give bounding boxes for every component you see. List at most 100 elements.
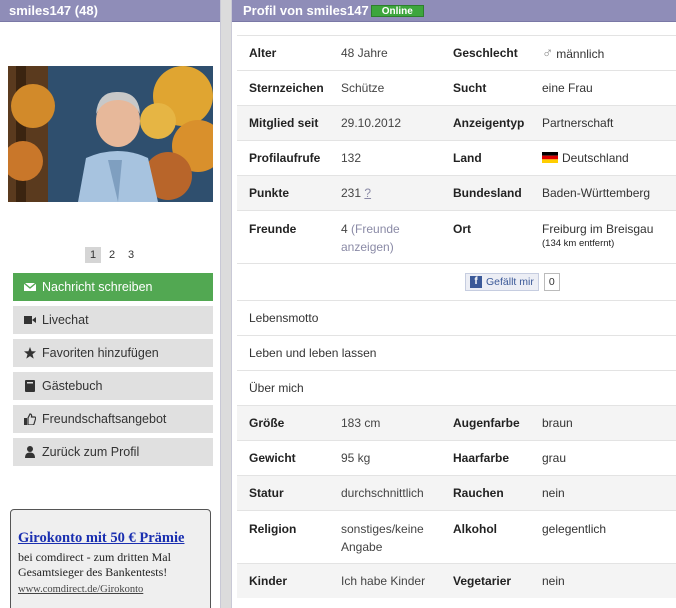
label-member-since: Mitglied seit [249,116,319,130]
label-country: Land [453,151,482,165]
label-height: Größe [249,416,285,430]
sidebar-header: smiles147 (48) [0,0,220,22]
star-icon [24,347,36,359]
label-build: Statur [249,486,284,500]
online-status-badge: Online [370,4,424,17]
detail-row-height: Größe 183 cm Augenfarbe braun [237,405,676,440]
facebook-icon: f [470,276,482,288]
points-help-link[interactable]: ? [364,186,371,200]
photo-pager: 1 2 3 [85,247,139,263]
friendship-request-label: Freundschaftsangebot [42,412,167,426]
livechat-button[interactable]: Livechat [13,306,213,334]
value-profile-views: 132 [341,151,362,165]
value-state: Baden-Württemberg [542,186,651,200]
value-age: 48 Jahre [341,46,388,60]
value-children: Ich habe Kinder [341,574,426,588]
video-camera-icon [24,314,36,326]
value-smoking: nein [542,486,565,500]
label-alcohol: Alkohol [453,522,497,536]
male-symbol-icon: ♂ [542,44,554,62]
detail-row-religion: Religion sonstiges/keine Angabe Alkohol … [237,510,676,563]
label-seeking: Sucht [453,81,487,95]
value-member-since: 29.10.2012 [341,116,402,130]
motto-heading: Lebensmotto [249,311,319,325]
value-country: Deutschland [562,151,629,165]
send-message-button[interactable]: Nachricht schreiben [13,273,213,301]
value-gender: männlich [556,46,605,61]
facebook-like-row: f Gefällt mir 0 [237,263,676,300]
label-zodiac: Sternzeichen [249,81,324,95]
profile-title: Profil von smiles147 [243,2,369,18]
envelope-icon [24,281,36,293]
value-alcohol: gelegentlich [542,522,607,536]
send-message-label: Nachricht schreiben [42,280,153,294]
value-friends: 4 [341,222,348,236]
label-age: Alter [249,46,277,60]
about-me-heading: Über mich [249,381,304,395]
value-vegetarian: nein [542,574,565,588]
value-hair-color: grau [542,451,567,465]
value-city: Freiburg im Breisgau [542,222,654,236]
label-children: Kinder [249,574,288,588]
profile-photo-image [8,66,213,202]
profile-row-friends: Freunde 4 (Freunde anzeigen) Ort Freibur… [237,210,676,263]
guestbook-button[interactable]: Gästebuch [13,372,213,400]
friendship-request-button[interactable]: Freundschaftsangebot [13,405,213,433]
livechat-label: Livechat [42,313,89,327]
facebook-like-count: 0 [543,273,560,291]
user-icon [24,446,36,458]
motto-row: Leben und leben lassen [237,335,676,370]
value-build: durchschnittlich [341,486,424,500]
about-me-heading-row: Über mich [237,370,676,405]
label-friends: Freunde [249,222,297,236]
add-favorite-label: Favoriten hinzufügen [42,346,159,360]
label-weight: Gewicht [249,451,296,465]
label-city: Ort [453,222,471,236]
pager-page-3[interactable]: 3 [123,247,139,263]
ad-text: bei comdirect - zum dritten Mal Gesamtsi… [18,550,171,579]
profile-header: Profil von smiles147 Online [232,0,676,22]
detail-row-children: Kinder Ich habe Kinder Vegetarier nein [237,563,676,598]
show-friends-link[interactable]: (Freunde anzeigen) [341,222,400,254]
label-ad-type: Anzeigentyp [453,116,525,130]
value-weight: 95 kg [341,451,371,465]
label-smoking: Rauchen [453,486,504,500]
profile-row-views: Profilaufrufe 132 Land Deutschland [237,140,676,175]
detail-row-build: Statur durchschnittlich Rauchen nein [237,475,676,510]
label-profile-views: Profilaufrufe [249,151,321,165]
book-icon [24,380,36,392]
profile-row-age: Alter 48 Jahre Geschlecht ♂ männlich [237,35,676,70]
back-to-profile-button[interactable]: Zurück zum Profil [13,438,213,466]
profile-sidebar: smiles147 (48) 1 2 3 Nachricht schreiben… [0,0,221,608]
distance-note: (134 km entfernt) [542,238,615,249]
thumbs-up-icon [24,413,36,425]
profile-details: Alter 48 Jahre Geschlecht ♂ männlich Ster… [237,35,676,598]
advertisement[interactable]: Girokonto mit 50 € Prämie bei comdirect … [10,509,211,608]
profile-actions: Nachricht schreiben Livechat Favoriten h… [13,273,213,471]
back-to-profile-label: Zurück zum Profil [42,445,140,459]
pager-page-2[interactable]: 2 [104,247,120,263]
ad-title[interactable]: Girokonto mit 50 € Prämie [18,530,204,547]
ad-url[interactable]: www.comdirect.de/Girokonto [18,584,204,595]
facebook-like-label: Gefällt mir [486,276,534,288]
profile-row-zodiac: Sternzeichen Schütze Sucht eine Frau [237,70,676,105]
label-eye-color: Augenfarbe [453,416,520,430]
label-points: Punkte [249,186,290,200]
profile-panel: Profil von smiles147 Online Alter 48 Jah… [231,0,676,608]
value-eye-color: braun [542,416,573,430]
value-seeking: eine Frau [542,81,593,95]
value-religion: sonstiges/keine Angabe [341,522,424,554]
value-zodiac: Schütze [341,81,385,95]
germany-flag-icon [542,152,558,163]
profile-photo[interactable] [8,66,213,202]
detail-row-weight: Gewicht 95 kg Haarfarbe grau [237,440,676,475]
label-religion: Religion [249,522,297,536]
motto-text: Leben und leben lassen [249,346,377,360]
profile-row-member-since: Mitglied seit 29.10.2012 Anzeigentyp Par… [237,105,676,140]
add-favorite-button[interactable]: Favoriten hinzufügen [13,339,213,367]
profile-row-points: Punkte 231 ? Bundesland Baden-Württember… [237,175,676,210]
value-points: 231 [341,186,362,200]
label-hair-color: Haarfarbe [453,451,510,465]
facebook-like-button[interactable]: f Gefällt mir [465,273,539,291]
pager-page-1[interactable]: 1 [85,247,101,263]
